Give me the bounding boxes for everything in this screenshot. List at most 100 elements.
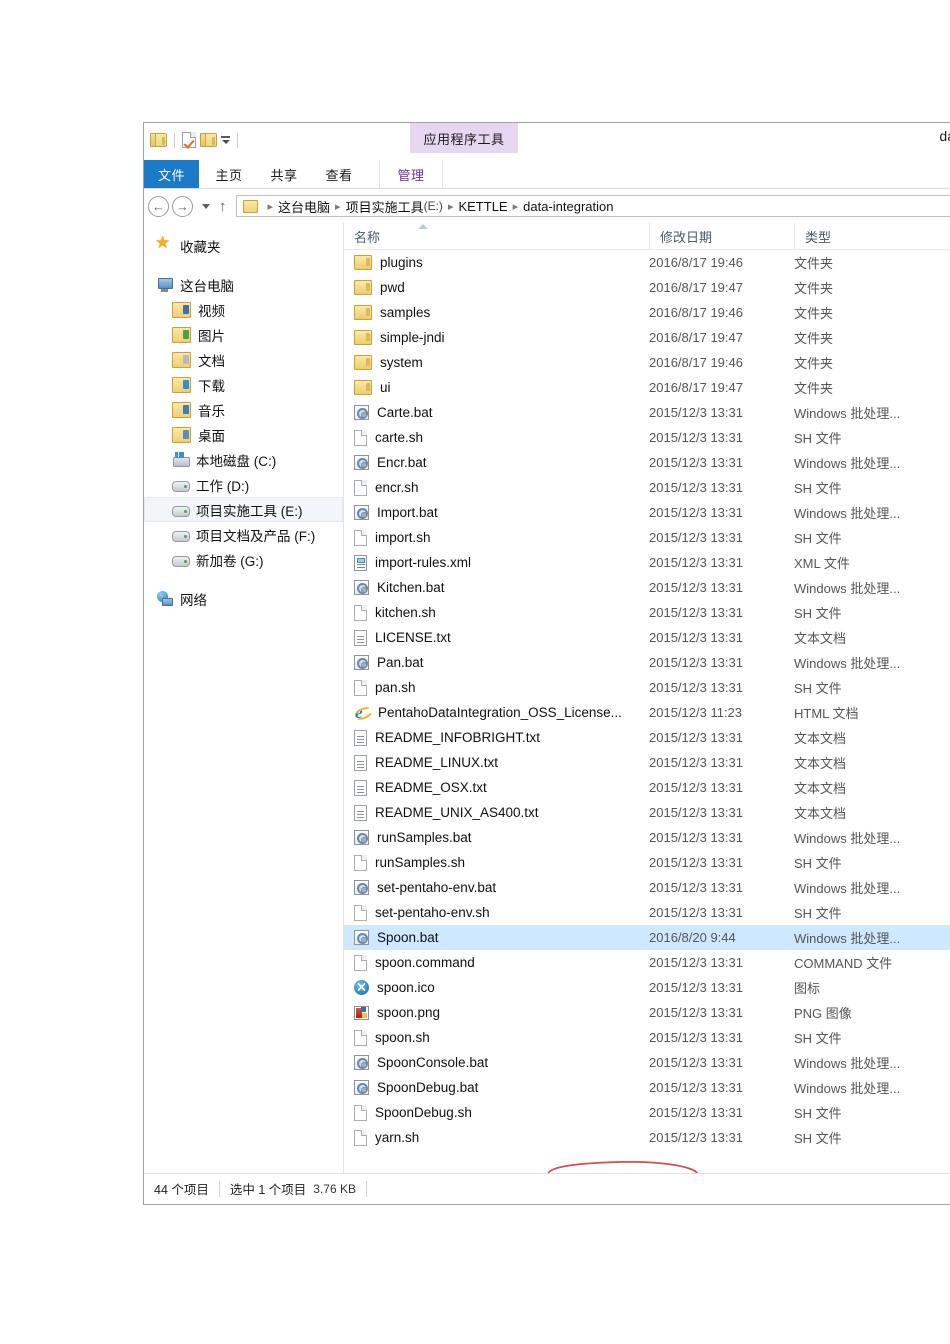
file-name-cell[interactable]: import.sh bbox=[344, 529, 649, 546]
file-name-cell[interactable]: runSamples.bat bbox=[344, 830, 649, 845]
breadcrumb-item-0[interactable]: 这台电脑 bbox=[278, 197, 330, 216]
file-name-cell[interactable]: README_UNIX_AS400.txt bbox=[344, 804, 649, 821]
file-name-cell[interactable]: plugins bbox=[344, 255, 649, 270]
file-name-cell[interactable]: Kitchen.bat bbox=[344, 580, 649, 595]
sidebar-item-12[interactable]: 新加卷 (G:) bbox=[144, 547, 343, 572]
table-row[interactable]: set-pentaho-env.bat 2015/12/3 13:31 Window… bbox=[344, 875, 950, 900]
folder-icon[interactable] bbox=[150, 133, 167, 147]
tab-share[interactable]: 共享 bbox=[259, 160, 309, 188]
table-row[interactable]: simple-jndi 2016/8/17 19:47 文件夹 bbox=[344, 325, 950, 350]
file-name-cell[interactable]: pwd bbox=[344, 280, 649, 295]
tab-view[interactable]: 查看 bbox=[314, 160, 364, 188]
table-row[interactable]: set-pentaho-env.sh 2015/12/3 13:31 SH 文件 bbox=[344, 900, 950, 925]
file-name-cell[interactable]: carte.sh bbox=[344, 429, 649, 446]
file-name-cell[interactable]: Carte.bat bbox=[344, 405, 649, 420]
sidebar-item-0[interactable]: 收藏夹 bbox=[144, 233, 343, 258]
chevron-down-icon[interactable] bbox=[202, 203, 210, 209]
table-row[interactable]: runSamples.sh 2015/12/3 13:31 SH 文件 bbox=[344, 850, 950, 875]
file-name-cell[interactable]: README_INFOBRIGHT.txt bbox=[344, 729, 649, 746]
breadcrumb-item-2[interactable]: KETTLE bbox=[458, 199, 507, 214]
sidebar-item-3[interactable]: 图片 bbox=[144, 322, 343, 347]
file-name-cell[interactable]: spoon.sh bbox=[344, 1029, 649, 1046]
table-row[interactable]: import.sh 2015/12/3 13:31 SH 文件 bbox=[344, 525, 950, 550]
table-row[interactable]: encr.sh 2015/12/3 13:31 SH 文件 bbox=[344, 475, 950, 500]
table-row[interactable]: README_UNIX_AS400.txt 2015/12/3 13:31 文本文档 bbox=[344, 800, 950, 825]
tab-file[interactable]: 文件 bbox=[144, 160, 199, 188]
file-name-cell[interactable]: Pan.bat bbox=[344, 655, 649, 670]
table-row[interactable]: pan.sh 2015/12/3 13:31 SH 文件 bbox=[344, 675, 950, 700]
table-row[interactable]: SpoonConsole.bat 2015/12/3 13:31 Windows 批… bbox=[344, 1050, 950, 1075]
file-name-cell[interactable]: spoon.command bbox=[344, 954, 649, 971]
file-name-cell[interactable]: ui bbox=[344, 380, 649, 395]
column-header-name[interactable]: 名称 bbox=[344, 223, 649, 249]
table-row[interactable]: LICENSE.txt 2015/12/3 13:31 文本文档 bbox=[344, 625, 950, 650]
file-name-cell[interactable]: LICENSE.txt bbox=[344, 629, 649, 646]
table-row[interactable]: Import.bat 2015/12/3 13:31 Windows 批处理... bbox=[344, 500, 950, 525]
file-name-cell[interactable]: Spoon.bat bbox=[344, 930, 649, 945]
file-name-cell[interactable]: Encr.bat bbox=[344, 455, 649, 470]
breadcrumb-separator-1[interactable]: ▸ bbox=[335, 200, 341, 213]
up-arrow-icon[interactable]: ↑ bbox=[219, 199, 227, 214]
sidebar-item-11[interactable]: 项目文档及产品 (F:) bbox=[144, 522, 343, 547]
sidebar-item-7[interactable]: 桌面 bbox=[144, 422, 343, 447]
file-name-cell[interactable]: SpoonDebug.bat bbox=[344, 1080, 649, 1095]
forward-arrow-icon[interactable]: → bbox=[172, 195, 193, 217]
back-arrow-icon[interactable]: ← bbox=[148, 195, 169, 217]
tab-manage[interactable]: 管理 bbox=[379, 160, 443, 188]
table-row[interactable]: Spoon.bat 2016/8/20 9:44 Windows 批处理... bbox=[344, 925, 950, 950]
file-name-cell[interactable]: SpoonConsole.bat bbox=[344, 1055, 649, 1070]
sidebar-item-9[interactable]: 工作 (D:) bbox=[144, 472, 343, 497]
breadcrumb-separator-2[interactable]: ▸ bbox=[448, 200, 454, 213]
file-name-cell[interactable]: yarn.sh bbox=[344, 1129, 649, 1146]
sidebar-item-6[interactable]: 音乐 bbox=[144, 397, 343, 422]
sidebar-item-5[interactable]: 下载 bbox=[144, 372, 343, 397]
table-row[interactable]: README_OSX.txt 2015/12/3 13:31 文本文档 bbox=[344, 775, 950, 800]
table-row[interactable]: kitchen.sh 2015/12/3 13:31 SH 文件 bbox=[344, 600, 950, 625]
table-row[interactable]: Kitchen.bat 2015/12/3 13:31 Windows 批处理... bbox=[344, 575, 950, 600]
table-row[interactable]: plugins 2016/8/17 19:46 文件夹 bbox=[344, 250, 950, 275]
breadcrumb-separator-3[interactable]: ▸ bbox=[513, 200, 519, 213]
file-name-cell[interactable]: set-pentaho-env.sh bbox=[344, 904, 649, 921]
column-header-date[interactable]: 修改日期 bbox=[649, 223, 794, 249]
file-name-cell[interactable]: pan.sh bbox=[344, 679, 649, 696]
table-row[interactable]: Encr.bat 2015/12/3 13:31 Windows 批处理... bbox=[344, 450, 950, 475]
file-name-cell[interactable]: samples bbox=[344, 305, 649, 320]
table-row[interactable]: spoon.sh 2015/12/3 13:31 SH 文件 bbox=[344, 1025, 950, 1050]
file-name-cell[interactable]: set-pentaho-env.bat bbox=[344, 880, 649, 895]
table-row[interactable]: ui 2016/8/17 19:47 文件夹 bbox=[344, 375, 950, 400]
page-check-icon[interactable] bbox=[182, 132, 196, 148]
file-name-cell[interactable]: simple-jndi bbox=[344, 330, 649, 345]
table-row[interactable]: carte.sh 2015/12/3 13:31 SH 文件 bbox=[344, 425, 950, 450]
table-row[interactable]: README_INFOBRIGHT.txt 2015/12/3 13:31 文本文档 bbox=[344, 725, 950, 750]
table-row[interactable]: Pan.bat 2015/12/3 13:31 Windows 批处理... bbox=[344, 650, 950, 675]
file-name-cell[interactable]: README_OSX.txt bbox=[344, 779, 649, 796]
file-name-cell[interactable]: import-rules.xml bbox=[344, 554, 649, 571]
table-row[interactable]: SpoonDebug.bat 2015/12/3 13:31 Windows 批处理… bbox=[344, 1075, 950, 1100]
file-name-cell[interactable]: runSamples.sh bbox=[344, 854, 649, 871]
file-list-pane[interactable]: 名称 修改日期 类型 plugins 2016/8/17 19:46 文件夹 pwd 2… bbox=[344, 223, 950, 1173]
sidebar-item-1[interactable]: 这台电脑 bbox=[144, 272, 343, 297]
sidebar-item-2[interactable]: 视频 bbox=[144, 297, 343, 322]
sidebar-item-13[interactable]: 网络 bbox=[144, 586, 343, 611]
file-name-cell[interactable]: README_LINUX.txt bbox=[344, 754, 649, 771]
file-name-cell[interactable]: Import.bat bbox=[344, 505, 649, 520]
chevron-down-icon[interactable] bbox=[221, 136, 230, 144]
table-row[interactable]: spoon.png 2015/12/3 13:31 PNG 图像 bbox=[344, 1000, 950, 1025]
sidebar-item-10[interactable]: 项目实施工具 (E:) bbox=[144, 497, 343, 522]
breadcrumb-item-3[interactable]: data-integration bbox=[523, 199, 613, 214]
table-row[interactable]: spoon.ico 2015/12/3 13:31 图标 bbox=[344, 975, 950, 1000]
table-row[interactable]: import-rules.xml 2015/12/3 13:31 XML 文件 bbox=[344, 550, 950, 575]
table-row[interactable]: pwd 2016/8/17 19:47 文件夹 bbox=[344, 275, 950, 300]
file-name-cell[interactable]: PentahoDataIntegration_OSS_License... bbox=[344, 705, 649, 721]
breadcrumb-separator-0[interactable]: ▸ bbox=[268, 200, 274, 213]
file-name-cell[interactable]: encr.sh bbox=[344, 479, 649, 496]
sidebar-item-8[interactable]: 本地磁盘 (C:) bbox=[144, 447, 343, 472]
tab-home[interactable]: 主页 bbox=[204, 160, 254, 188]
file-name-cell[interactable]: system bbox=[344, 355, 649, 370]
new-folder-icon[interactable] bbox=[200, 133, 217, 147]
table-row[interactable]: Carte.bat 2015/12/3 13:31 Windows 批处理... bbox=[344, 400, 950, 425]
table-row[interactable]: PentahoDataIntegration_OSS_License... 201… bbox=[344, 700, 950, 725]
table-row[interactable]: spoon.command 2015/12/3 13:31 COMMAND 文件 bbox=[344, 950, 950, 975]
table-row[interactable]: yarn.sh 2015/12/3 13:31 SH 文件 bbox=[344, 1125, 950, 1150]
column-header-type[interactable]: 类型 bbox=[794, 223, 950, 249]
